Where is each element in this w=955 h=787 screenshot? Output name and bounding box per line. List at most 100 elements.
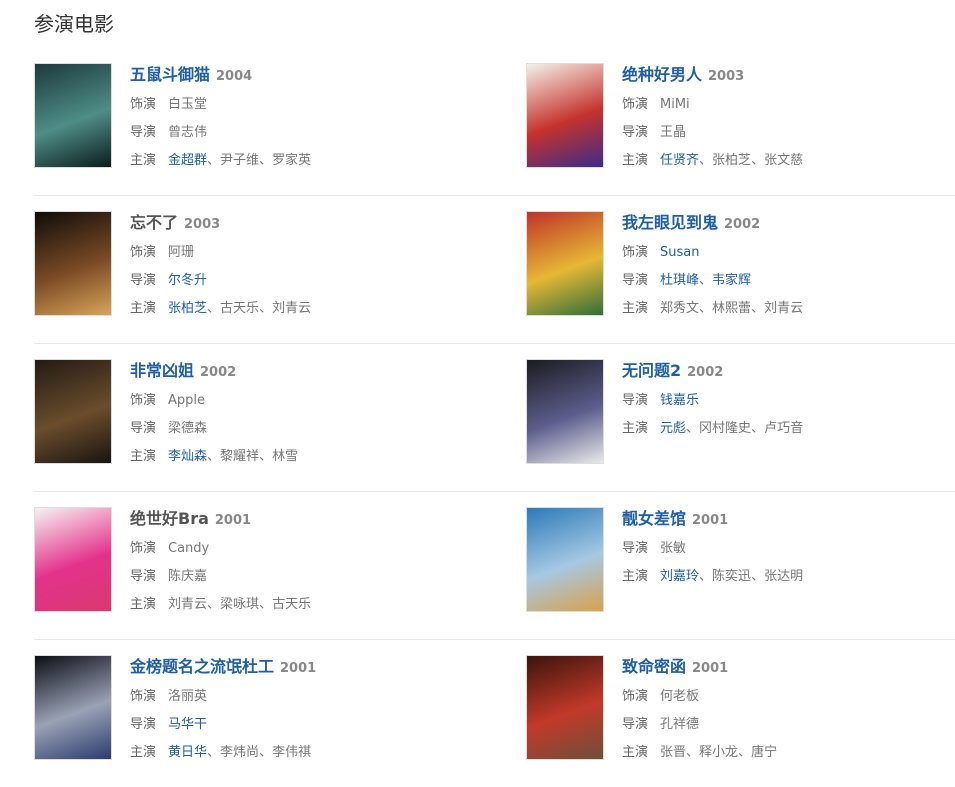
separator: 、 <box>207 449 221 464</box>
role-line-value: 白玉堂 <box>168 97 208 112</box>
separator: 、 <box>686 421 700 436</box>
movie-title[interactable]: 我左眼见到鬼 <box>622 213 718 232</box>
movie-title[interactable]: 靓女差馆 <box>622 509 686 528</box>
role-line-label: 饰演 <box>130 393 157 408</box>
cast-line: 主演 张柏芝、古天乐、刘青云 <box>130 295 480 323</box>
role-line-value[interactable]: Susan <box>660 245 699 260</box>
cast-line-value[interactable]: 刘嘉玲 <box>660 569 699 584</box>
movie-year: 2004 <box>216 69 253 84</box>
movie-poster[interactable] <box>34 211 112 316</box>
movie-poster[interactable] <box>526 63 604 168</box>
cast-line-value: 刘青云 <box>272 301 312 316</box>
movie-poster[interactable] <box>34 359 112 464</box>
cast-line-value: 陈奕迅 <box>712 569 752 584</box>
cast-line: 主演 刘嘉玲、陈奕迅、张达明 <box>622 563 955 591</box>
cast-line-value: 刘青云 <box>764 301 804 316</box>
movie-grid: 五鼠斗御猫 2004 饰演 白玉堂 导演 曾志伟 主演 金超群、尹子维、罗家英 绝种好男人 200… <box>34 48 955 787</box>
director-line-value[interactable]: 尔冬升 <box>168 273 207 288</box>
role-line: 饰演 阿珊 <box>130 239 480 267</box>
cast-line-value: 古天乐 <box>272 597 312 612</box>
movie-poster[interactable] <box>34 63 112 168</box>
role-line: 饰演 Susan <box>622 239 955 267</box>
director-line: 导演 曾志伟 <box>130 119 480 147</box>
cast-line-value[interactable]: 黄日华 <box>168 745 207 760</box>
role-line-value: Apple <box>168 393 206 408</box>
movie-title[interactable]: 无问题2 <box>622 361 681 380</box>
director-line-label: 导演 <box>622 541 649 556</box>
movie-title[interactable]: 忘不了 <box>130 213 178 232</box>
director-line-value[interactable]: 钱嘉乐 <box>660 393 699 408</box>
movie-title[interactable]: 致命密函 <box>622 657 686 676</box>
cast-line-value: 黎耀祥 <box>220 449 260 464</box>
page-title: 参演电影 <box>34 12 114 36</box>
movie-poster[interactable] <box>526 211 604 316</box>
movie-card: 靓女差馆 2001 导演 张敏 主演 刘嘉玲、陈奕迅、张达明 <box>526 507 955 617</box>
separator: 、 <box>738 745 752 760</box>
director-line: 导演 杜琪峰、韦家辉 <box>622 267 955 295</box>
director-line-label: 导演 <box>130 421 157 436</box>
movie-poster[interactable] <box>34 507 112 612</box>
cast-line-value: 张文慈 <box>764 153 804 168</box>
role-line-value: 阿珊 <box>168 245 195 260</box>
separator: 、 <box>699 569 713 584</box>
cast-line-value[interactable]: 李灿森 <box>168 449 207 464</box>
role-line: 饰演 Apple <box>130 387 480 415</box>
movie-info: 无问题2 2002 导演 钱嘉乐 主演 元彪、冈村隆史、卢巧音 <box>622 359 955 443</box>
director-line-value: 张敏 <box>660 541 687 556</box>
cast-line: 主演 张晋、释小龙、唐宁 <box>622 739 955 767</box>
cast-line-value: 尹子维 <box>220 153 260 168</box>
director-line-value[interactable]: 马华干 <box>168 717 207 732</box>
role-line-label: 饰演 <box>622 245 649 260</box>
movie-row: 非常凶姐 2002 饰演 Apple 导演 梁德森 主演 李灿森、黎耀祥、林雪 无问题2 2002… <box>34 344 955 492</box>
role-line-value: MiMi <box>660 97 690 112</box>
director-line-label: 导演 <box>622 273 649 288</box>
cast-line: 主演 元彪、冈村隆史、卢巧音 <box>622 415 955 443</box>
director-line-value[interactable]: 杜琪峰 <box>660 273 699 288</box>
director-line-value[interactable]: 韦家辉 <box>712 273 751 288</box>
cast-line-value[interactable]: 任贤齐 <box>660 153 699 168</box>
separator: 、 <box>207 597 221 612</box>
movie-info: 忘不了 2003 饰演 阿珊 导演 尔冬升 主演 张柏芝、古天乐、刘青云 <box>130 211 480 323</box>
cast-line-value: 梁咏琪 <box>220 597 260 612</box>
movie-year: 2001 <box>692 661 729 676</box>
movie-title[interactable]: 非常凶姐 <box>130 361 194 380</box>
director-line: 导演 钱嘉乐 <box>622 387 955 415</box>
movie-card: 无问题2 2002 导演 钱嘉乐 主演 元彪、冈村隆史、卢巧音 <box>526 359 955 469</box>
separator: 、 <box>751 153 765 168</box>
separator: 、 <box>699 153 713 168</box>
movie-card: 非常凶姐 2002 饰演 Apple 导演 梁德森 主演 李灿森、黎耀祥、林雪 <box>34 359 474 469</box>
cast-line-label: 主演 <box>130 301 157 316</box>
cast-line: 主演 李灿森、黎耀祥、林雪 <box>130 443 480 471</box>
cast-line-value: 古天乐 <box>220 301 260 316</box>
role-line: 饰演 何老板 <box>622 683 955 711</box>
cast-line-value[interactable]: 金超群 <box>168 153 207 168</box>
role-line-label: 饰演 <box>130 245 157 260</box>
movie-poster[interactable] <box>526 507 604 612</box>
cast-line-value[interactable]: 张柏芝 <box>168 301 207 316</box>
cast-line: 主演 黄日华、李炜尚、李伟祺 <box>130 739 480 767</box>
role-line: 饰演 洛丽英 <box>130 683 480 711</box>
separator: 、 <box>751 301 765 316</box>
cast-line-value: 郑秀文 <box>660 301 700 316</box>
movie-title[interactable]: 五鼠斗御猫 <box>130 65 210 84</box>
role-line: 饰演 Candy <box>130 535 480 563</box>
separator: 、 <box>259 449 273 464</box>
movie-poster[interactable] <box>34 655 112 760</box>
role-line-value: 洛丽英 <box>168 689 208 704</box>
director-line-label: 导演 <box>130 569 157 584</box>
movie-year: 2003 <box>184 217 221 232</box>
cast-line: 主演 金超群、尹子维、罗家英 <box>130 147 480 175</box>
movie-card: 五鼠斗御猫 2004 饰演 白玉堂 导演 曾志伟 主演 金超群、尹子维、罗家英 <box>34 63 474 173</box>
cast-line-label: 主演 <box>622 745 649 760</box>
cast-line-value[interactable]: 元彪 <box>660 421 686 436</box>
movie-row: 绝世好Bra 2001 饰演 Candy 导演 陈庆嘉 主演 刘青云、梁咏琪、古天乐 靓女差馆 2… <box>34 492 955 640</box>
cast-line-label: 主演 <box>130 597 157 612</box>
movie-poster[interactable] <box>526 359 604 464</box>
movie-title[interactable]: 金榜题名之流氓杜工 <box>130 657 274 676</box>
role-line: 饰演 白玉堂 <box>130 91 480 119</box>
movie-title[interactable]: 绝种好男人 <box>622 65 702 84</box>
movie-title[interactable]: 绝世好Bra <box>130 509 209 528</box>
movie-poster[interactable] <box>526 655 604 760</box>
separator: 、 <box>686 745 700 760</box>
cast-line: 主演 郑秀文、林熙蕾、刘青云 <box>622 295 955 323</box>
